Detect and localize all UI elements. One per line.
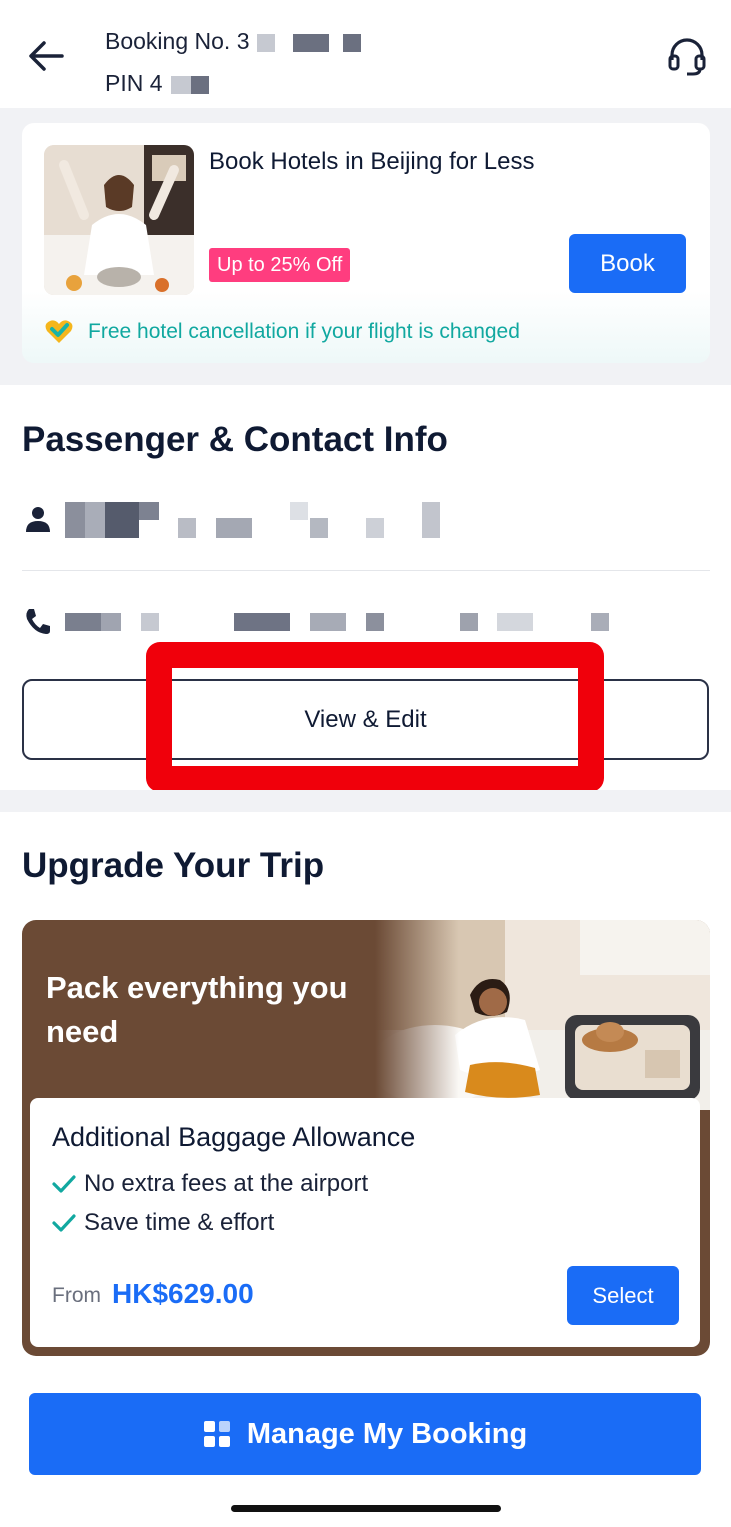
passenger-section-title: Passenger & Contact Info <box>22 420 448 459</box>
discount-badge: Up to 25% Off <box>209 248 351 282</box>
heart-check-icon <box>45 320 73 343</box>
hotel-promo-card[interactable]: Book Hotels in Beijing for Less Up to 25… <box>22 123 710 363</box>
baggage-title: Additional Baggage Allowance <box>52 1122 416 1152</box>
phone-icon <box>26 609 50 634</box>
upgrade-headline: Pack everything you need <box>46 970 348 1049</box>
upgrade-hero-image <box>375 920 710 1110</box>
view-edit-button[interactable]: View & Edit <box>22 679 709 760</box>
manage-booking-button[interactable]: Manage My Booking <box>29 1393 701 1475</box>
book-hotel-button[interactable]: Book <box>569 234 686 293</box>
feature-item: Save time & effort <box>52 1209 274 1237</box>
check-icon <box>52 1175 76 1193</box>
price-prefix: From <box>52 1284 101 1307</box>
select-baggage-button[interactable]: Select <box>567 1266 679 1325</box>
feature-item: No extra fees at the airport <box>52 1170 368 1198</box>
header: Booking No. 3 PIN 4 <box>0 0 731 108</box>
section-separator <box>0 790 731 812</box>
hotel-promo-image <box>44 145 194 295</box>
baggage-upgrade-card: Pack everything you need Additional Bagg… <box>22 920 710 1356</box>
grid-menu-icon <box>203 1421 230 1447</box>
booking-pin: PIN 4 <box>105 70 209 97</box>
check-icon <box>52 1214 76 1232</box>
baggage-offer: Additional Baggage Allowance No extra fe… <box>30 1098 700 1347</box>
free-cancellation-note: Free hotel cancellation if your flight i… <box>44 319 520 345</box>
baggage-price: HK$629.00 <box>112 1278 254 1309</box>
headset-support-icon[interactable] <box>665 34 709 78</box>
home-indicator[interactable] <box>231 1505 501 1512</box>
person-icon <box>26 507 50 532</box>
info-divider <box>22 570 710 571</box>
booking-number: Booking No. 3 <box>105 28 362 55</box>
upgrade-section-title: Upgrade Your Trip <box>22 846 325 885</box>
hotel-promo-title: Book Hotels in Beijing for Less <box>209 148 535 175</box>
back-arrow-icon[interactable] <box>24 34 68 78</box>
